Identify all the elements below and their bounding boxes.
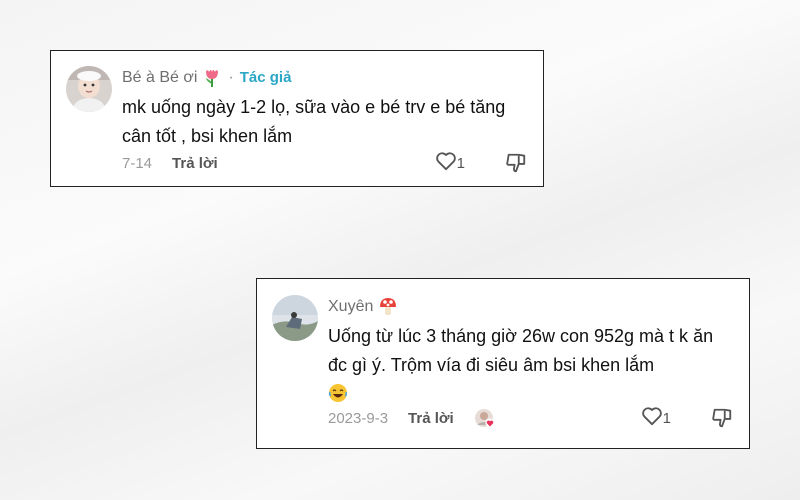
dislike-icon[interactable] <box>505 152 527 174</box>
comment-card-1: Bé à Bé ơi · Tác giả mk uống ngày 1-2 lọ… <box>50 50 544 187</box>
like-count: 1 <box>456 154 465 172</box>
username[interactable]: Xuyên <box>328 296 373 318</box>
creator-liked-avatar <box>474 408 495 428</box>
mushroom-icon <box>379 297 397 317</box>
comment-date: 7-14 <box>122 154 153 172</box>
username[interactable]: Bé à Bé ơi <box>122 67 197 89</box>
comment-date: 2023-9-3 <box>328 409 389 427</box>
comment-text: mk uống ngày 1-2 lọ, sữa vào e bé trv e … <box>122 97 506 146</box>
comment-text: Uống từ lúc 3 tháng giờ 26w con 952g mà … <box>328 326 714 375</box>
laughing-face-icon <box>328 383 348 403</box>
heart-icon <box>435 151 457 175</box>
reply-button[interactable]: Trả lời <box>408 410 454 427</box>
like-count: 1 <box>662 409 671 427</box>
author-tag: Tác giả <box>239 69 292 86</box>
like-button[interactable]: 1 <box>435 151 465 175</box>
like-button[interactable]: 1 <box>641 406 671 430</box>
heart-icon <box>641 406 663 430</box>
dislike-icon[interactable] <box>711 407 733 429</box>
tulip-icon <box>203 68 221 88</box>
comment-card-2: Xuyên Uống từ lúc 3 tháng giờ 26w con 95… <box>256 278 750 449</box>
separator-dot: · <box>228 69 234 86</box>
avatar[interactable] <box>66 66 112 112</box>
avatar[interactable] <box>272 295 318 341</box>
reply-button[interactable]: Trả lời <box>172 155 218 172</box>
